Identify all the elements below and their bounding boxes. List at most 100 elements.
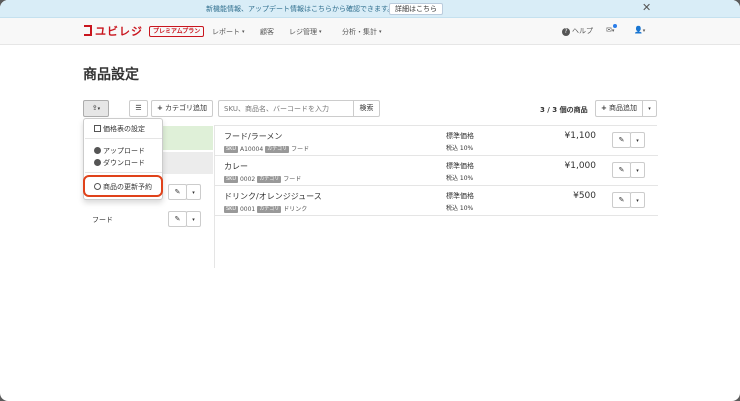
price-label: 標準価格 (446, 132, 474, 140)
product-name: カレー (224, 162, 248, 171)
product-category: ドリンク (283, 206, 308, 213)
nav-item-label: レジ管理 (289, 28, 317, 36)
category-edit-button[interactable]: ✎ (168, 211, 187, 227)
chevron-down-icon: ▾ (648, 106, 651, 112)
chevron-down-icon: ▾ (242, 29, 245, 35)
chevron-down-icon: ▾ (319, 29, 322, 35)
menu-item-label: アップロード (103, 147, 145, 155)
category-options-button[interactable]: ▾ (186, 184, 201, 200)
user-menu[interactable]: 👤▾ (634, 26, 645, 34)
pencil-icon: ✎ (618, 166, 625, 174)
table-row[interactable]: フード/ラーメン SKU A10004 カテゴリ フード 標準価格 税込 10% ¥… (215, 126, 658, 156)
add-product-button[interactable]: + 商品追加 (595, 100, 643, 117)
category-tag: カテゴリ (257, 206, 282, 213)
help-link[interactable]: ? ヘルプ (562, 26, 593, 36)
chevron-down-icon: ▾ (636, 168, 639, 174)
menu-item-label: 価格表の設定 (103, 125, 145, 133)
pencil-icon: ✎ (618, 196, 625, 204)
menu-item-upload[interactable]: アップロード (94, 146, 145, 156)
chevron-down-icon: ▾ (379, 29, 382, 35)
product-price: ¥500 (573, 191, 596, 201)
product-meta: SKU A10004 カテゴリ フード (224, 144, 309, 153)
table-row[interactable]: ドリンク/オレンジジュース SKU 0001 カテゴリ ドリンク 標準価格 税込 1… (215, 186, 658, 216)
chevron-down-icon: ▾ (611, 28, 615, 34)
highlight-box (83, 175, 163, 197)
product-edit-button[interactable]: ✎ (612, 132, 631, 148)
product-edit-button[interactable]: ✎ (612, 162, 631, 178)
category-tag: カテゴリ (257, 176, 282, 183)
tax-label: 税込 10% (446, 145, 474, 152)
nav-item-label: 顧客 (260, 28, 274, 36)
pencil-icon: ✎ (174, 188, 181, 196)
product-sku: A10004 (239, 146, 264, 153)
price-label: 標準価格 (446, 162, 474, 170)
top-navbar: ユビレジ プレミアムプラン レポート ▾ 顧客 レジ管理 ▾ 分析・集計 ▾ ? ヘルプ… (0, 18, 740, 45)
menu-divider (85, 138, 162, 139)
nav-item-customers[interactable]: 顧客 (260, 27, 274, 37)
product-name: ドリンク/オレンジジュース (224, 192, 322, 201)
menu-item-download[interactable]: ダウンロード (94, 158, 145, 168)
product-sku: 0002 (239, 176, 256, 183)
chevron-down-icon: ▾ (97, 106, 101, 112)
product-count: 3 / 3 個の商品 (540, 106, 588, 114)
nav-item-label: レポート (212, 28, 240, 36)
product-options-button[interactable]: ▾ (630, 192, 645, 208)
upload-icon (94, 147, 101, 154)
brand-logo[interactable]: ユビレジ (95, 23, 143, 39)
table-icon (94, 125, 101, 132)
page-title: 商品設定 (83, 67, 139, 83)
sku-tag: SKU (224, 176, 238, 183)
tax-label: 税込 10% (446, 205, 474, 212)
add-product-label: 商品追加 (609, 104, 638, 112)
chevron-down-icon: ▾ (642, 28, 646, 34)
product-table: フード/ラーメン SKU A10004 カテゴリ フード 標準価格 税込 10% ¥… (214, 125, 658, 268)
list-icon: ☰ (135, 104, 142, 112)
notification-text: 新機能情報、アップデート情報はこちらから確認できます。 (206, 5, 395, 13)
help-icon: ? (562, 28, 570, 36)
sku-tag: SKU (224, 206, 238, 213)
nav-item-analytics[interactable]: 分析・集計 ▾ (342, 27, 382, 37)
product-name: フード/ラーメン (224, 132, 283, 141)
menu-divider (85, 172, 162, 173)
menu-item-price-table[interactable]: 価格表の設定 (94, 124, 145, 134)
app-window: 新機能情報、アップデート情報はこちらから確認できます。 詳細はこちら ✕ ユビレ… (0, 0, 740, 401)
plus-icon: + (156, 104, 163, 112)
plus-icon: + (600, 104, 607, 112)
help-label: ヘルプ (572, 27, 593, 35)
product-edit-button[interactable]: ✎ (612, 192, 631, 208)
user-icon: 👤 (634, 26, 643, 34)
search-input[interactable] (218, 100, 354, 117)
nav-item-register[interactable]: レジ管理 ▾ (289, 27, 322, 37)
category-options-button[interactable]: ▾ (186, 211, 201, 227)
product-category: フード (291, 146, 310, 153)
category-label[interactable]: フード (92, 215, 113, 225)
product-price: ¥1,000 (564, 161, 597, 171)
product-options-button[interactable]: ▾ (630, 132, 645, 148)
notification-dot-icon (613, 24, 617, 28)
table-row[interactable]: カレー SKU 0002 カテゴリ フード 標準価格 税込 10% ¥1,000 ✎… (215, 156, 658, 186)
menu-item-label: ダウンロード (103, 159, 145, 167)
nav-item-label: 分析・集計 (342, 28, 377, 36)
chevron-down-icon: ▾ (636, 138, 639, 144)
add-product-options-button[interactable]: ▾ (642, 100, 657, 117)
chevron-down-icon: ▾ (192, 217, 195, 223)
notification-details-button[interactable]: 詳細はこちら (389, 3, 443, 15)
actions-dropdown-button[interactable]: ⇪▾ (83, 100, 109, 117)
notification-bar: 新機能情報、アップデート情報はこちらから確認できます。 詳細はこちら ✕ (0, 0, 740, 18)
product-meta: SKU 0001 カテゴリ ドリンク (224, 204, 307, 213)
logo-mark-icon (84, 25, 92, 36)
add-category-label: カテゴリ追加 (165, 104, 208, 112)
premium-plan-badge: プレミアムプラン (149, 26, 205, 37)
product-sku: 0001 (239, 206, 256, 213)
add-category-button[interactable]: + カテゴリ追加 (151, 100, 213, 117)
product-category: フード (283, 176, 302, 183)
search-button[interactable]: 検索 (353, 100, 380, 117)
category-edit-button[interactable]: ✎ (168, 184, 187, 200)
list-view-button[interactable]: ☰ (129, 100, 148, 117)
product-options-button[interactable]: ▾ (630, 162, 645, 178)
nav-item-report[interactable]: レポート ▾ (212, 27, 245, 37)
sku-tag: SKU (224, 146, 238, 153)
product-price: ¥1,100 (564, 131, 597, 141)
close-icon[interactable]: ✕ (642, 2, 651, 14)
chevron-down-icon: ▾ (192, 190, 195, 196)
